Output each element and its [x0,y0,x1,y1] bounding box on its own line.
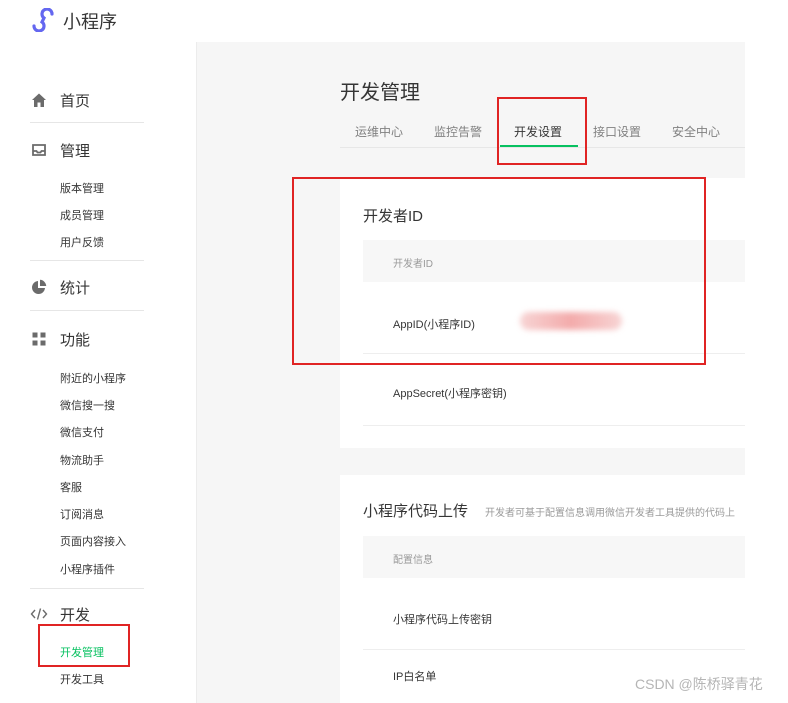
sidebar: 首页 管理 版本管理 成员管理 用户反馈 统计 功能 附近的小程序 微信搜一搜 … [0,42,197,703]
home-icon [30,91,48,109]
sidebar-subitem-feedback[interactable]: 用户反馈 [60,234,104,250]
row-label: AppSecret(小程序密钥) [393,388,507,400]
inbox-icon [30,141,48,159]
sidebar-subitem-nearby[interactable]: 附近的小程序 [60,370,126,386]
sidebar-item-features[interactable]: 功能 [30,327,90,351]
pie-chart-icon [30,278,48,296]
top-bar: 小程序 [0,0,745,42]
divider [30,260,144,261]
row-label: 小程序代码上传密钥 [393,614,492,626]
table-row-upload-key: 小程序代码上传密钥 [363,578,745,650]
sidebar-subitem-version[interactable]: 版本管理 [60,180,104,196]
divider [30,310,144,311]
sidebar-subitem-search[interactable]: 微信搜一搜 [60,397,115,413]
tab-ops-center[interactable]: 运维中心 [355,123,403,140]
sidebar-subitem-plugin[interactable]: 小程序插件 [60,561,115,577]
sidebar-subitem-logistics[interactable]: 物流助手 [60,452,104,468]
sidebar-item-label: 开发 [60,606,91,624]
sidebar-item-stats[interactable]: 统计 [30,275,90,299]
grid-icon [30,330,48,348]
sidebar-subitem-pay[interactable]: 微信支付 [60,424,104,440]
tab-security-center[interactable]: 安全中心 [672,123,720,140]
sidebar-item-develop[interactable]: 开发 [30,602,90,626]
sidebar-subitem-members[interactable]: 成员管理 [60,207,104,223]
page-title: 开发管理 [340,82,420,104]
tab-api-settings[interactable]: 接口设置 [593,123,641,140]
highlight-box-tab [497,97,587,165]
table-header: 配置信息 [363,536,745,578]
miniprogram-logo-icon[interactable] [30,8,56,32]
sidebar-subitem-service[interactable]: 客服 [60,479,82,495]
app-title: 小程序 [63,12,117,32]
code-icon [30,605,48,623]
sidebar-item-label: 首页 [60,92,91,110]
card-title: 小程序代码上传 [363,503,469,520]
watermark: CSDN @陈桥驿青花 [635,676,763,692]
sidebar-item-manage[interactable]: 管理 [30,138,90,162]
sidebar-subitem-dev-tools[interactable]: 开发工具 [60,671,104,687]
code-upload-card: 小程序代码上传 开发者可基于配置信息调用微信开发者工具提供的代码上 配置信息 小… [340,475,745,703]
row-label: IP白名单 [393,671,437,683]
sidebar-item-label: 管理 [60,142,91,160]
sidebar-item-label: 统计 [60,279,91,297]
sidebar-item-label: 功能 [60,331,91,349]
highlight-box-developer-id [292,177,706,365]
table-header-label: 配置信息 [393,555,433,566]
sidebar-subitem-content[interactable]: 页面内容接入 [60,533,126,549]
sidebar-item-home[interactable]: 首页 [30,88,90,112]
card-description: 开发者可基于配置信息调用微信开发者工具提供的代码上 [485,508,735,519]
divider [30,588,144,589]
tab-monitor-alert[interactable]: 监控告警 [434,123,482,140]
sidebar-subitem-subscribe[interactable]: 订阅消息 [60,506,104,522]
divider [30,122,144,123]
highlight-box-sidebar [38,624,130,667]
